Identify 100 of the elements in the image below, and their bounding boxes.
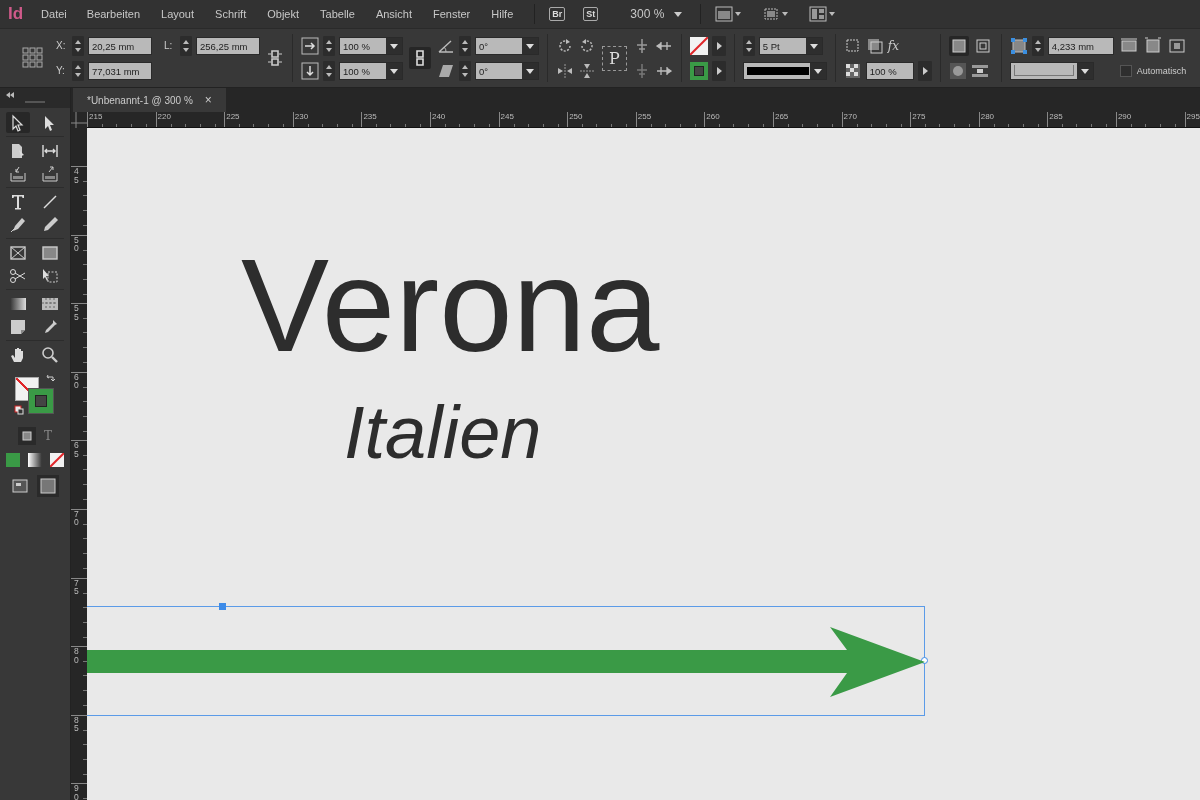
stroke-weight-dropdown[interactable]: 5 Pt [758, 36, 823, 55]
spinner-button[interactable] [323, 35, 335, 56]
fill-menu-button[interactable] [711, 35, 726, 56]
y-label: Y: [56, 65, 66, 76]
apply-color-button[interactable] [6, 453, 20, 467]
frame-fitting-icon[interactable] [843, 36, 862, 55]
corner-size-field[interactable]: 4,233 mm [1047, 36, 1114, 55]
fill-swatch[interactable] [689, 36, 708, 55]
close-tab-button[interactable]: × [204, 93, 212, 107]
ruler-number: 55 [74, 304, 79, 322]
ruler-number: 270 [842, 112, 858, 122]
spinner-button[interactable] [459, 35, 471, 56]
opacity-icon[interactable] [843, 61, 862, 80]
scale-width-icon[interactable] [301, 36, 319, 55]
ruler-number: 285 [1048, 112, 1064, 122]
ruler-number: 90 [74, 784, 79, 800]
collapse-icon[interactable] [6, 92, 14, 98]
caret-icon [674, 11, 683, 17]
ruler-number: 230 [293, 112, 310, 122]
rotation-dropdown[interactable]: 0° [475, 36, 539, 55]
menu-item[interactable]: Datei [41, 8, 67, 20]
spinner-button[interactable] [180, 35, 192, 56]
link-icon[interactable] [414, 49, 426, 67]
menu-item[interactable]: Hilfe [491, 8, 514, 20]
menu-item[interactable]: Schrift [215, 8, 247, 20]
document-tab[interactable]: *Unbenannt-1 @ 300 % × [73, 88, 226, 112]
ruler-number: 85 [74, 715, 79, 733]
spinner-button[interactable] [72, 35, 84, 56]
menu-item[interactable]: Tabelle [320, 8, 355, 20]
view-options-icon[interactable] [762, 6, 790, 22]
ruler-number: 290 [1116, 112, 1133, 122]
chain-icon[interactable] [266, 49, 284, 67]
normal-view-icon[interactable] [11, 477, 29, 495]
default-colors-icon[interactable] [14, 405, 24, 415]
spinner-button[interactable] [742, 35, 755, 56]
corner-options-icon[interactable] [1009, 36, 1028, 55]
constrain-button[interactable] [409, 47, 431, 69]
scale-height-icon[interactable] [301, 61, 319, 80]
ruler-number: 75 [74, 578, 79, 596]
ruler-number: 260 [705, 112, 721, 122]
auto-fit-label: Automatisch [1136, 65, 1187, 76]
ruler-number: 250 [568, 112, 584, 122]
arrange-icon[interactable] [809, 6, 837, 22]
scale-x-dropdown[interactable]: 100 % [339, 36, 403, 55]
center-content-icon[interactable] [1167, 36, 1188, 55]
flip-vertical-icon[interactable] [578, 61, 596, 80]
flip-horizontal-icon[interactable] [556, 61, 574, 80]
auto-fit-checkbox[interactable] [1119, 64, 1132, 77]
scale-y-dropdown[interactable]: 100 % [339, 61, 403, 80]
swap-icon[interactable] [46, 374, 56, 384]
stock-button[interactable]: St [583, 7, 599, 21]
stroke-menu-button[interactable] [711, 60, 726, 81]
spinner-button[interactable] [1031, 35, 1044, 56]
screen-mode-icon[interactable] [715, 6, 743, 22]
menu-item[interactable]: Ansicht [375, 8, 412, 20]
menu-item[interactable]: Objekt [267, 8, 300, 20]
menu-item[interactable]: Fenster [432, 8, 471, 20]
apply-gradient-icon[interactable] [28, 453, 42, 467]
stroke-type-dropdown[interactable] [742, 61, 827, 80]
ruler-number: 225 [225, 112, 241, 122]
heading-text: Verona [241, 240, 660, 372]
stroke-swatch[interactable] [689, 61, 708, 80]
container-format-icon[interactable] [18, 427, 36, 445]
ruler-number: 50 [74, 235, 79, 253]
fill-stroke-swatches[interactable] [15, 377, 53, 414]
spinner-button[interactable] [459, 60, 471, 81]
opacity-field[interactable]: 100 % [865, 61, 914, 80]
corner-shape-dropdown[interactable] [1009, 61, 1094, 80]
zoom-dropdown[interactable]: 300 % [630, 7, 683, 21]
ruler-number: 60 [74, 372, 79, 390]
rotate-counterclockwise-icon[interactable] [578, 36, 596, 55]
bridge-button[interactable]: Br [549, 7, 566, 21]
selection-handle[interactable] [219, 603, 226, 610]
spinner-button[interactable] [323, 60, 335, 81]
fit-frame-icon[interactable] [1143, 36, 1164, 55]
effects-button[interactable]: fx [887, 38, 899, 53]
spinner-button[interactable] [72, 60, 84, 81]
x-field[interactable]: 20,25 mm [88, 36, 152, 55]
ruler-number: 70 [74, 509, 79, 527]
circle-frame-icon[interactable] [948, 61, 967, 80]
ruler-number: 275 [911, 112, 927, 122]
shear-dropdown[interactable]: 0° [475, 61, 539, 80]
opacity-menu-button[interactable] [917, 60, 932, 81]
length-label: L: [164, 40, 174, 51]
ruler-number: 65 [74, 441, 79, 459]
fit-content-icon[interactable] [1119, 36, 1140, 55]
rotate-clockwise-icon[interactable] [556, 36, 574, 55]
preview-mode-icon[interactable] [37, 475, 59, 497]
apply-none-icon[interactable] [50, 453, 64, 467]
reference-point-icon[interactable] [22, 47, 44, 69]
drop-shadow-icon[interactable] [865, 36, 884, 55]
ruler-number: 255 [636, 112, 653, 122]
menu-item[interactable]: Layout [161, 8, 195, 20]
ruler-number: 80 [74, 647, 79, 665]
ruler-number: 240 [430, 112, 447, 122]
menu-item[interactable]: Bearbeiten [86, 8, 140, 20]
length-field[interactable]: 256,25 mm [196, 36, 260, 55]
ruler-number: 265 [773, 112, 790, 122]
path-direction-icon[interactable]: P [602, 45, 627, 71]
y-field[interactable]: 77,031 mm [88, 61, 152, 80]
